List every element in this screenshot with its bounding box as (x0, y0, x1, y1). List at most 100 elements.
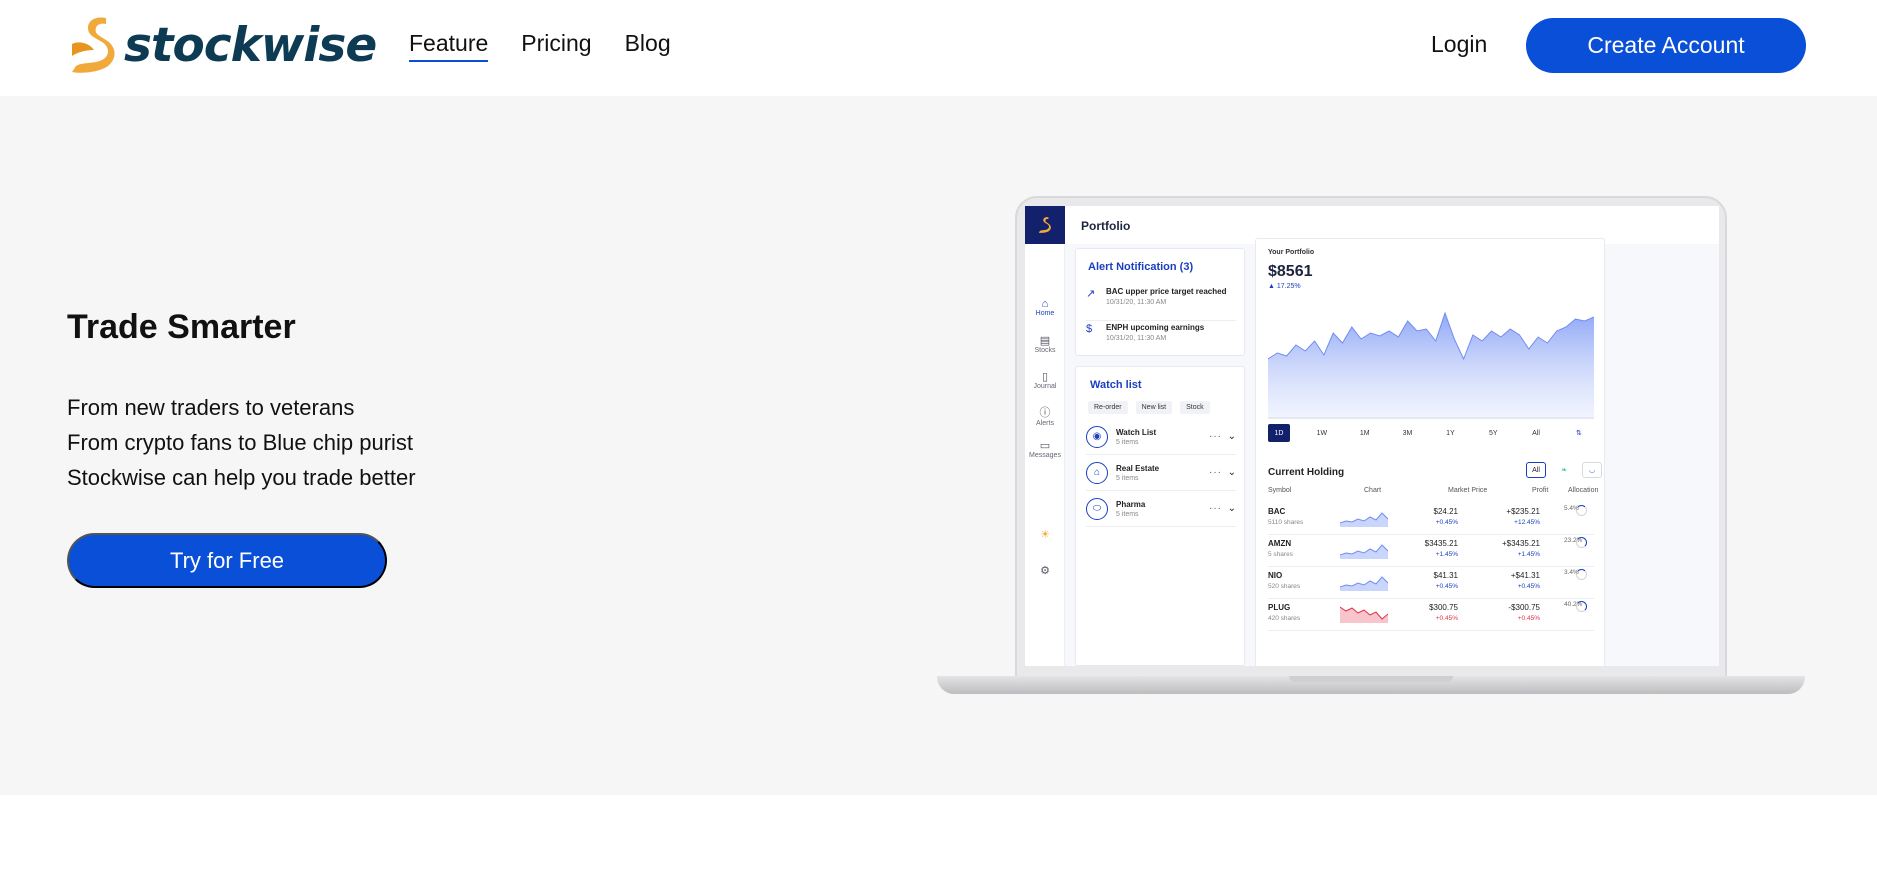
alert-text: ENPH upcoming earnings 10/31/20, 11:30 AM (1106, 323, 1204, 357)
holding-profit-change: +12.45% (1514, 519, 1540, 526)
portfolio-card: Your Portfolio $8561 ▲ 17.25% 1D 1W 1M 3… (1255, 238, 1605, 666)
allocation-value: 23.2% (1564, 537, 1583, 544)
leaf-icon[interactable]: ❧ (1554, 462, 1574, 478)
new-list-button[interactable]: New list (1135, 401, 1173, 414)
gear-icon: ⚙ (1040, 565, 1050, 577)
range-1d[interactable]: 1D (1268, 424, 1290, 442)
watch-list-item[interactable]: ⌂ Real Estate 5 items ··· ⌄ (1086, 455, 1236, 491)
reorder-button[interactable]: Re-order (1088, 401, 1128, 414)
brand-logo[interactable]: stockwise (66, 14, 377, 76)
list-name: Real Estate (1116, 463, 1160, 473)
watch-list-name: Pharma 5 items (1116, 500, 1145, 518)
alert-message: ENPH upcoming earnings (1106, 323, 1205, 332)
sidebar-item-label: Home (1035, 310, 1055, 317)
alert-message: BAC upper price target reached (1106, 287, 1227, 296)
chevron-down-icon[interactable]: ⌄ (1228, 431, 1236, 442)
alert-time: 10/31/20, 11:30 AM (1106, 299, 1167, 306)
holding-profit: +$3435.21 (1501, 539, 1540, 548)
nav-link-feature[interactable]: Feature (409, 30, 489, 62)
hero-line: Stockwise can help you trade better (67, 465, 416, 490)
range-1m[interactable]: 1M (1354, 424, 1376, 442)
alert-item[interactable]: ↗ BAC upper price target reached 10/31/20… (1086, 287, 1236, 321)
list-count: 5 items (1116, 474, 1139, 482)
watch-list-card: Watch list Re-order New list Stock ◉ Wat… (1075, 366, 1245, 666)
holding-shares: 5110 shares (1268, 519, 1304, 526)
holding-profit: +$235.21 (1506, 507, 1540, 516)
add-stock-button[interactable]: Stock (1180, 401, 1210, 414)
nav-link-pricing[interactable]: Pricing (521, 30, 591, 62)
home-icon: ⌂ (1041, 298, 1049, 310)
app-page-title: Portfolio (1081, 219, 1131, 233)
holding-row[interactable]: AMZN 5 shares $3435.21 +1.45% +$3435.21 … (1268, 535, 1594, 567)
range-all[interactable]: All (1525, 424, 1547, 442)
col-symbol: Symbol (1268, 487, 1292, 494)
try-for-free-button[interactable]: Try for Free (67, 533, 387, 588)
filter-all[interactable]: All (1526, 462, 1546, 478)
range-5y[interactable]: 5Y (1482, 424, 1504, 442)
settings-button[interactable]: ⚙ (1025, 564, 1065, 577)
app-sidebar: ⌂ Home ▤ Stocks ▯ Journal ⓘ Alerts ▭ Messages… (1025, 206, 1065, 666)
sidebar-item-messages[interactable]: ▭ Messages (1025, 439, 1065, 459)
nav-link-blog[interactable]: Blog (625, 30, 671, 62)
holding-price-change: +0.45% (1435, 615, 1458, 622)
stockwise-logo-icon (1038, 217, 1051, 233)
login-link[interactable]: Login (1431, 31, 1487, 58)
candlestick-icon[interactable]: ⇅ (1568, 424, 1590, 442)
holding-shares: 520 shares (1268, 583, 1301, 590)
dollar-cycle-icon: $ (1086, 323, 1093, 335)
range-3m[interactable]: 3M (1397, 424, 1419, 442)
range-1w[interactable]: 1W (1311, 424, 1333, 442)
more-options-icon[interactable]: ··· (1209, 467, 1222, 478)
list-count: 5 items (1116, 438, 1139, 446)
holding-price: $300.75 (1429, 603, 1458, 612)
chevron-down-icon[interactable]: ⌄ (1228, 503, 1236, 514)
sidebar-item-label: Stocks (1034, 347, 1056, 354)
holding-row[interactable]: BAC 5110 shares $24.21 +0.45% +$235.21 +… (1268, 503, 1594, 535)
sidebar-item-alerts[interactable]: ⓘ Alerts (1025, 404, 1065, 427)
more-options-icon[interactable]: ··· (1209, 431, 1222, 442)
watch-list-item[interactable]: ⬭ Pharma 5 items ··· ⌄ (1086, 491, 1236, 527)
hero-title: Trade Smarter (67, 308, 296, 346)
holding-sparkline (1340, 576, 1388, 591)
hero-description: From new traders to veterans From crypto… (67, 390, 416, 495)
holding-row[interactable]: PLUG 420 shares $300.75 +0.45% -$300.75 … (1268, 599, 1594, 631)
allocation-value: 5.4% (1564, 505, 1579, 512)
holding-price: $24.21 (1433, 507, 1458, 516)
holding-symbol: AMZN (1268, 539, 1292, 548)
holding-row[interactable]: NIO 520 shares $41.31 +0.45% +$41.31 +0.… (1268, 567, 1594, 599)
building-icon: ⌂ (1086, 461, 1108, 484)
col-allocation: Allocation (1568, 487, 1599, 494)
app-screenshot: ⌂ Home ▤ Stocks ▯ Journal ⓘ Alerts ▭ Messages… (1025, 206, 1719, 666)
allocation-value: 3.4% (1564, 569, 1579, 576)
arrow-up-right-icon: ↗ (1086, 288, 1096, 300)
theme-toggle[interactable]: ☀ (1025, 528, 1065, 541)
chevron-down-icon[interactable]: ⌄ (1228, 467, 1236, 478)
sidebar-item-label: Journal (1033, 383, 1057, 390)
range-1y[interactable]: 1Y (1439, 424, 1461, 442)
laptop-mockup: ⌂ Home ▤ Stocks ▯ Journal ⓘ Alerts ▭ Messages… (1015, 196, 1727, 682)
sidebar-item-stocks[interactable]: ▤ Stocks (1025, 334, 1065, 354)
portfolio-chart (1268, 311, 1594, 419)
holding-price: $41.31 (1433, 571, 1458, 580)
holding-price-change: +1.45% (1435, 551, 1458, 558)
list-count: 5 items (1116, 510, 1139, 518)
alert-card-title: Alert Notification (3) (1088, 261, 1194, 273)
portfolio-change: ▲ 17.25% (1268, 283, 1301, 290)
sidebar-item-home[interactable]: ⌂ Home (1025, 298, 1065, 317)
alert-item[interactable]: $ ENPH upcoming earnings 10/31/20, 11:30 … (1086, 323, 1236, 357)
gauge-icon[interactable]: ◡ (1582, 462, 1602, 478)
alert-text: BAC upper price target reached 10/31/20, … (1106, 287, 1226, 320)
sidebar-item-label: Messages (1029, 452, 1061, 459)
more-options-icon[interactable]: ··· (1209, 503, 1222, 514)
holding-profit-change: +1.45% (1517, 551, 1540, 558)
watch-list-item[interactable]: ◉ Watch List 5 items ··· ⌄ (1086, 419, 1236, 455)
brand-name: stockwise (124, 17, 377, 73)
journal-icon: ▯ (1041, 371, 1049, 383)
holding-shares: 420 shares (1268, 615, 1301, 622)
holding-shares: 5 shares (1268, 551, 1293, 558)
create-account-button[interactable]: Create Account (1526, 18, 1806, 73)
hero-line: From crypto fans to Blue chip purist (67, 430, 414, 455)
sidebar-item-journal[interactable]: ▯ Journal (1025, 370, 1065, 390)
laptop-base (937, 676, 1805, 694)
pill-icon: ⬭ (1086, 497, 1108, 520)
